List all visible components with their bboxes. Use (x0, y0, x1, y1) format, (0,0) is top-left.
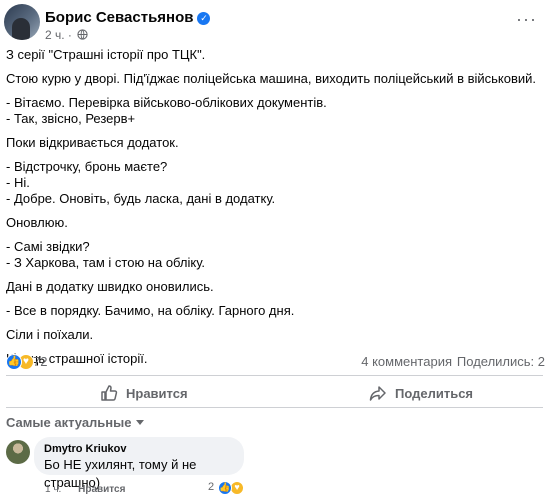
post-paragraph: З серії "Страшні історії про ТЦК". (6, 47, 206, 62)
post-stats: 👍 ♥ 72 4 комментария Поделились: 2 (0, 352, 549, 374)
like-button-label: Нравится (126, 385, 188, 401)
comment-bubble: Dmytro Kriukov Бо НЕ ухилянт, тому й не … (34, 437, 244, 490)
post-paragraph: Дані в додатку швидко оновились. (6, 279, 214, 294)
comments-count[interactable]: 4 комментария (361, 354, 452, 369)
reactions-count[interactable]: 72 (33, 354, 47, 369)
commenter-avatar[interactable] (6, 440, 30, 464)
share-button-label: Поделиться (395, 385, 474, 401)
post-paragraph: - Вітаємо. Перевірка військово-облікових… (6, 95, 327, 126)
globe-icon (77, 29, 88, 40)
comment-time[interactable]: 1 ч. (45, 484, 61, 495)
comments-filter-label: Самые актуальные (6, 415, 132, 430)
post-paragraph: - Все в порядку. Бачимо, на обліку. Гарн… (6, 303, 295, 318)
like-reaction-icon: 👍 (6, 354, 22, 370)
post-author[interactable]: Борис Севастьянов ✓ (45, 9, 211, 26)
verified-check-icon: ✓ (197, 12, 211, 25)
share-button[interactable]: Поделиться (369, 382, 473, 404)
comment-like-button[interactable]: Нравится (78, 484, 125, 495)
post-meta: 2 ч. · (45, 28, 88, 42)
post-paragraph: - Відстрочку, бронь маєте? - Ні. - Добре… (6, 159, 276, 206)
author-name[interactable]: Борис Севастьянов (45, 9, 193, 26)
post-paragraph: Стою курю у дворі. Під'їджає поліцейська… (6, 71, 537, 86)
chevron-down-icon (135, 420, 144, 425)
post-paragraph: Поки відкривається додаток. (6, 135, 179, 150)
comment-reactions-count: 2 (208, 481, 215, 493)
post-paragraph: Оновлюю. (6, 215, 68, 230)
post-text: З серії "Страшні історії про ТЦК". Стою … (6, 47, 546, 375)
comment-author[interactable]: Dmytro Kriukov (44, 442, 234, 456)
divider (6, 375, 543, 376)
like-button[interactable]: Нравится (100, 382, 188, 404)
share-icon (369, 386, 386, 401)
shares-count[interactable]: Поделились: 2 (457, 354, 545, 369)
thumbs-up-icon (101, 385, 118, 401)
divider (6, 407, 543, 408)
post-paragraph: Сіли і поїхали. (6, 327, 94, 342)
post-paragraph: - Самі звідки? - З Харкова, там і стою н… (6, 239, 206, 270)
care-reaction-icon: ♥ (230, 481, 244, 495)
post-time[interactable]: 2 ч. (45, 28, 65, 42)
comment-actions: 1 ч. Нравится (45, 484, 125, 495)
author-avatar[interactable] (4, 4, 40, 40)
comment-reactions[interactable]: 2 👍 ♥ (208, 481, 244, 495)
like-reaction-icon: 👍 (218, 481, 232, 495)
post-header: Борис Севастьянов ✓ 2 ч. · ··· (0, 0, 549, 46)
comments-filter-dropdown[interactable]: Самые актуальные (6, 415, 144, 430)
more-options-icon[interactable]: ··· (516, 10, 537, 28)
